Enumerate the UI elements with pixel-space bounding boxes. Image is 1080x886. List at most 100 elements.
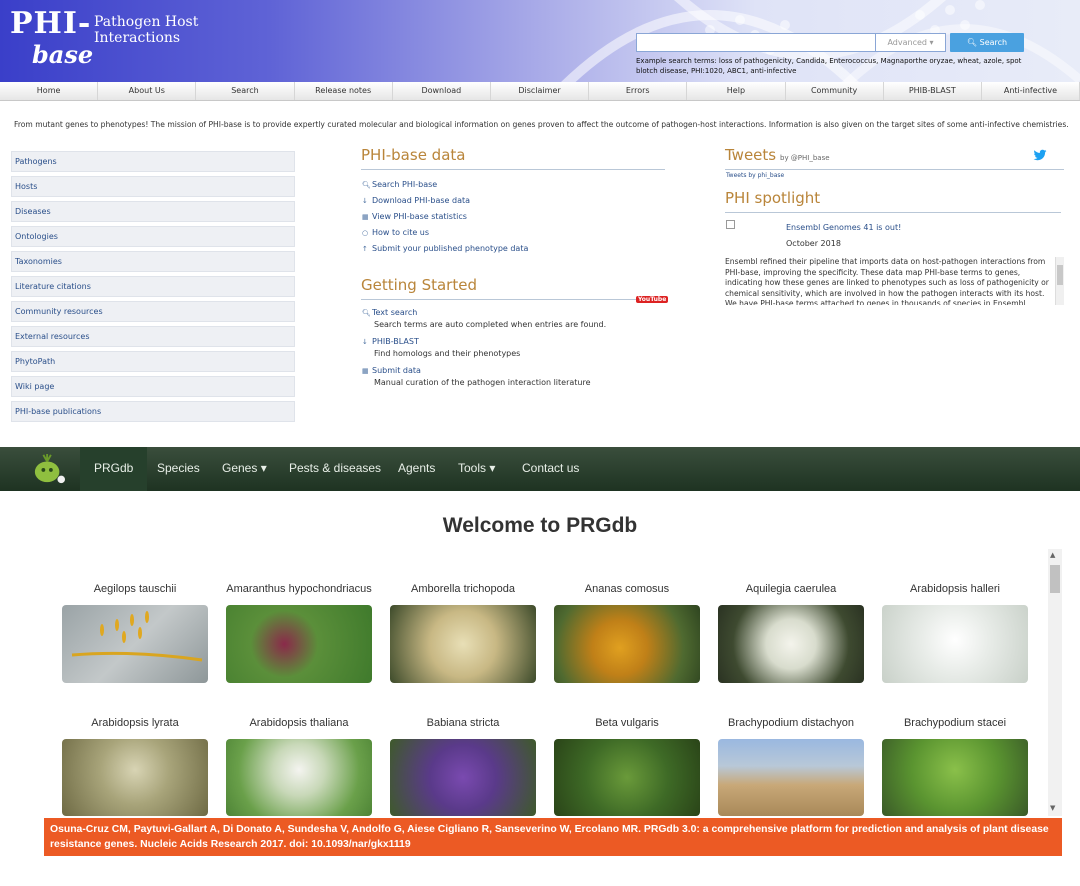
- species-photo-babiana-stricta[interactable]: [390, 739, 536, 816]
- species-photo-brachypodium-distachyon[interactable]: [718, 739, 864, 816]
- sidebar-item-community-resources[interactable]: Community resources: [11, 301, 295, 322]
- nav-search[interactable]: Search: [196, 82, 295, 100]
- species-photo-ananas[interactable]: [554, 605, 700, 683]
- scroll-up-arrow-icon[interactable]: ▲: [1050, 551, 1055, 559]
- advanced-search-dropdown[interactable]: Advanced ▾: [876, 33, 946, 52]
- nav-agents[interactable]: Agents: [398, 447, 435, 491]
- sidebar-item-wiki-page[interactable]: Wiki page: [11, 376, 295, 397]
- species-name[interactable]: Aquilegia caerulea: [716, 583, 866, 595]
- sidebar-item-ontologies[interactable]: Ontologies: [11, 226, 295, 247]
- phi-header: PHI- base Pathogen Host Interactions Adv…: [0, 0, 1080, 82]
- nav-about-us[interactable]: About Us: [98, 82, 197, 100]
- species-name[interactable]: Aegilops tauschii: [60, 583, 210, 595]
- search-examples-text: Example search terms: loss of pathogenic…: [636, 57, 1022, 75]
- nav-phib-blast[interactable]: PHIB-BLAST: [884, 82, 982, 100]
- sidebar-item-publications[interactable]: PHI-base publications: [11, 401, 295, 422]
- scrollbar-thumb[interactable]: [1050, 565, 1060, 593]
- submit-data-desc: Manual curation of the pathogen interact…: [374, 378, 591, 387]
- spotlight-item-title[interactable]: Ensembl Genomes 41 is out!: [786, 223, 901, 232]
- nav-community[interactable]: Community: [786, 82, 884, 100]
- sidebar-item-external-resources[interactable]: External resources: [11, 326, 295, 347]
- scroll-down-arrow-icon[interactable]: ▼: [1050, 804, 1055, 812]
- text-search-desc: Search terms are auto completed when ent…: [374, 320, 607, 329]
- nav-pests-diseases[interactable]: Pests & diseases: [289, 447, 381, 491]
- species-name[interactable]: Brachypodium stacei: [880, 717, 1030, 729]
- citation-banner: Osuna-Cruz CM, Paytuvi-Gallart A, Di Don…: [44, 818, 1062, 856]
- species-name[interactable]: Babiana stricta: [388, 717, 538, 729]
- species-photo-aegilops-tauschii[interactable]: [62, 605, 208, 683]
- sidebar-item-taxonomies[interactable]: Taxonomies: [11, 251, 295, 272]
- search-icon: 🔍︎: [362, 309, 371, 317]
- species-photo-arabidopsis-halleri[interactable]: [882, 605, 1028, 683]
- species-name[interactable]: Arabidopsis lyrata: [60, 717, 210, 729]
- species-name[interactable]: Arabidopsis halleri: [880, 583, 1030, 595]
- youtube-icon[interactable]: YouTube: [636, 294, 669, 305]
- spotlight-item-body: Ensembl refined their pipeline that impo…: [725, 257, 1049, 305]
- nav-tools-dropdown[interactable]: Tools ▾: [458, 447, 495, 491]
- getting-started-rule: [361, 299, 637, 300]
- prgdb-logo-icon[interactable]: [30, 453, 68, 485]
- nav-home[interactable]: Home: [0, 82, 99, 100]
- tweets-by-phi-base-link[interactable]: Tweets by phi_base: [726, 172, 784, 179]
- phib-blast-desc: Find homologs and their phenotypes: [374, 349, 521, 358]
- link-search-phi-base[interactable]: 🔍︎Search PHI-base: [362, 180, 437, 189]
- species-photo-beta-vulgaris[interactable]: [554, 739, 700, 816]
- species-photo-aquilegia[interactable]: [718, 605, 864, 683]
- link-download-data[interactable]: ↓ Download PHI-base data: [362, 196, 470, 205]
- species-name[interactable]: Amaranthus hypochondriacus: [224, 583, 374, 595]
- link-how-to-cite[interactable]: ○ How to cite us: [362, 228, 429, 237]
- link-label: View PHI-base statistics: [372, 212, 467, 221]
- sidebar-item-phytopath[interactable]: PhytoPath: [11, 351, 295, 372]
- species-photo-brachypodium-stacei[interactable]: [882, 739, 1028, 816]
- nav-contact-us[interactable]: Contact us: [522, 447, 579, 491]
- species-photo-arabidopsis-thaliana[interactable]: [226, 739, 372, 816]
- phi-main-nav: Home About Us Search Release notes Downl…: [0, 82, 1080, 101]
- species-photo-arabidopsis-lyrata[interactable]: [62, 739, 208, 816]
- nav-disclaimer[interactable]: Disclaimer: [491, 82, 590, 100]
- link-label: PHIB-BLAST: [372, 337, 419, 346]
- nav-anti-infective[interactable]: Anti-infective: [982, 82, 1080, 100]
- species-photo-amborella[interactable]: [390, 605, 536, 683]
- species-scrollbar[interactable]: ▲ ▼: [1048, 549, 1062, 816]
- logo-tagline: Pathogen Host Interactions: [94, 14, 199, 46]
- spotlight-scrollbar[interactable]: [1055, 257, 1064, 305]
- sidebar-item-pathogens[interactable]: Pathogens: [11, 151, 295, 172]
- scrollbar-thumb[interactable]: [1057, 265, 1063, 285]
- link-label: Search PHI-base: [372, 180, 438, 189]
- mission-statement: From mutant genes to phenotypes! The mis…: [14, 120, 1069, 129]
- link-label: Submit data: [372, 366, 421, 375]
- link-submit-data[interactable]: ▦ Submit data: [362, 366, 421, 375]
- tweets-by-handle[interactable]: by @PHI_base: [780, 154, 830, 162]
- link-view-statistics[interactable]: ▦ View PHI-base statistics: [362, 212, 467, 221]
- nav-download[interactable]: Download: [393, 82, 491, 100]
- nav-release-notes[interactable]: Release notes: [295, 82, 393, 100]
- link-text-search[interactable]: 🔍︎Text search: [362, 308, 417, 317]
- nav-errors[interactable]: Errors: [589, 82, 688, 100]
- species-name[interactable]: Ananas comosus: [552, 583, 702, 595]
- phi-base-logo[interactable]: PHI- base Pathogen Host Interactions: [10, 6, 200, 76]
- logo-text-base: base: [32, 40, 94, 69]
- nav-species[interactable]: Species: [157, 447, 200, 491]
- nav-prgdb-home[interactable]: PRGdb: [80, 447, 148, 491]
- species-name[interactable]: Arabidopsis thaliana: [224, 717, 374, 729]
- nav-help[interactable]: Help: [687, 82, 786, 100]
- download-icon: ↓: [362, 197, 368, 205]
- twitter-bird-icon[interactable]: [1033, 148, 1047, 162]
- tweets-rule: [725, 169, 1064, 170]
- phi-search-button[interactable]: 🔍︎ Search: [950, 33, 1024, 52]
- link-label: Download PHI-base data: [372, 196, 471, 205]
- link-label: Text search: [372, 308, 418, 317]
- species-name[interactable]: Amborella trichopoda: [388, 583, 538, 595]
- tweets-title: Tweets: [725, 146, 777, 164]
- species-photo-amaranthus[interactable]: [226, 605, 372, 683]
- link-submit-phenotype[interactable]: ↑ Submit your published phenotype data: [362, 244, 528, 253]
- sidebar-item-hosts[interactable]: Hosts: [11, 176, 295, 197]
- phi-search-input[interactable]: [636, 33, 876, 52]
- species-name[interactable]: Beta vulgaris: [552, 717, 702, 729]
- link-phib-blast[interactable]: ↓ PHIB-BLAST: [362, 337, 419, 346]
- species-name[interactable]: Brachypodium distachyon: [716, 717, 866, 729]
- nav-genes-dropdown[interactable]: Genes ▾: [222, 447, 267, 491]
- sidebar-item-diseases[interactable]: Diseases: [11, 201, 295, 222]
- search-icon: 🔍︎: [966, 38, 978, 47]
- sidebar-item-literature-citations[interactable]: Literature citations: [11, 276, 295, 297]
